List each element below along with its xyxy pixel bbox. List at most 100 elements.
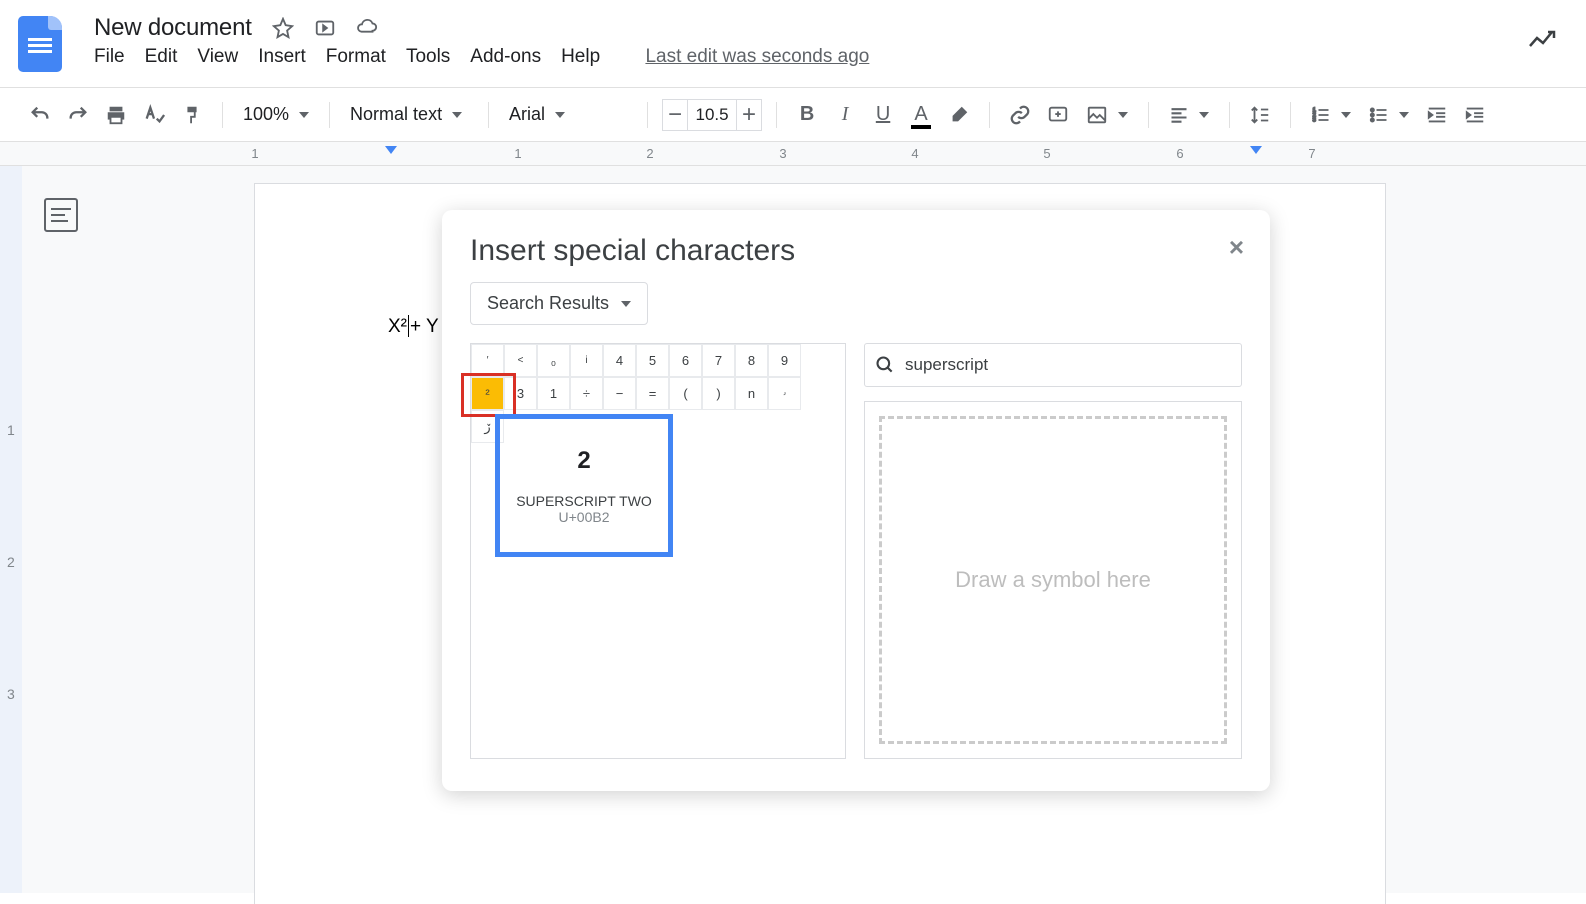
char-cell[interactable]: 4 xyxy=(603,344,636,377)
char-row: ′˂₀i456789 xyxy=(471,344,845,377)
outline-toggle-icon[interactable] xyxy=(44,198,78,232)
character-grid-panel: ′˂₀i456789 ²31÷−=()nۥ ڒ 2 SUPERSCRIPT TW… xyxy=(470,343,846,759)
last-edit-link[interactable]: Last edit was seconds ago xyxy=(645,46,869,68)
text-color-button[interactable]: A xyxy=(905,99,937,131)
special-characters-dialog: × Insert special characters Search Resul… xyxy=(442,210,1270,791)
draw-hint-text: Draw a symbol here xyxy=(955,567,1151,593)
link-button[interactable] xyxy=(1004,99,1036,131)
ruler-mark: 6 xyxy=(1176,146,1183,161)
document-text[interactable]: X²+ Y xyxy=(388,315,439,338)
highlight-button[interactable] xyxy=(943,99,975,131)
char-cell[interactable]: 8 xyxy=(735,344,768,377)
undo-button[interactable] xyxy=(24,99,56,131)
char-cell[interactable]: ÷ xyxy=(570,377,603,410)
tooltip-name: SUPERSCRIPT TWO xyxy=(516,493,652,509)
activity-icon[interactable] xyxy=(1528,30,1558,50)
left-indent-marker[interactable] xyxy=(385,146,397,154)
menu-insert[interactable]: Insert xyxy=(258,46,306,68)
docs-app-icon[interactable] xyxy=(18,16,62,72)
horizontal-ruler[interactable]: 11234567 xyxy=(0,142,1586,166)
char-cell[interactable]: ) xyxy=(702,377,735,410)
char-cell[interactable]: ² xyxy=(471,377,504,410)
spellcheck-button[interactable] xyxy=(138,99,170,131)
char-cell[interactable]: 3 xyxy=(504,377,537,410)
image-button[interactable] xyxy=(1080,104,1134,126)
ruler-mark: 4 xyxy=(911,146,918,161)
search-icon xyxy=(875,355,895,375)
move-icon[interactable] xyxy=(314,17,336,39)
close-icon[interactable]: × xyxy=(1229,232,1244,263)
separator xyxy=(1148,102,1149,128)
separator xyxy=(776,102,777,128)
font-size-value[interactable]: 10.5 xyxy=(688,99,736,131)
char-cell[interactable]: i xyxy=(570,344,603,377)
header: New document File Edit View Insert Forma… xyxy=(0,0,1586,88)
draw-symbol-box[interactable]: Draw a symbol here xyxy=(864,401,1242,759)
ruler-mark: 7 xyxy=(1308,146,1315,161)
ruler-mark: 3 xyxy=(779,146,786,161)
char-cell[interactable]: 6 xyxy=(669,344,702,377)
underline-button[interactable]: U xyxy=(867,99,899,131)
bold-button[interactable]: B xyxy=(791,99,823,131)
document-title[interactable]: New document xyxy=(94,14,252,42)
toolbar: 100% Normal text Arial − 10.5 + B I U A … xyxy=(0,88,1586,142)
vertical-ruler[interactable]: 1 2 3 xyxy=(7,306,15,702)
char-cell[interactable]: ڒ xyxy=(471,410,504,443)
numbered-list-button[interactable]: 123 xyxy=(1305,105,1357,125)
zoom-select[interactable]: 100% xyxy=(237,104,315,125)
menu-bar: File Edit View Insert Format Tools Add-o… xyxy=(94,46,1568,68)
menu-help[interactable]: Help xyxy=(561,46,600,68)
separator xyxy=(1229,102,1230,128)
separator xyxy=(1290,102,1291,128)
char-cell[interactable]: 1 xyxy=(537,377,570,410)
right-indent-marker[interactable] xyxy=(1250,146,1262,154)
char-cell[interactable]: ˂ xyxy=(504,344,537,377)
tooltip-code: U+00B2 xyxy=(559,509,610,525)
font-size-increase[interactable]: + xyxy=(736,99,762,131)
search-panel: Draw a symbol here xyxy=(864,343,1242,759)
char-row: ²31÷−=()nۥ xyxy=(471,377,845,410)
italic-button[interactable]: I xyxy=(829,99,861,131)
menu-edit[interactable]: Edit xyxy=(145,46,178,68)
search-box[interactable] xyxy=(864,343,1242,387)
ruler-mark: 1 xyxy=(514,146,521,161)
bulleted-list-button[interactable] xyxy=(1363,105,1415,125)
ruler-mark: 1 xyxy=(251,146,258,161)
menu-file[interactable]: File xyxy=(94,46,125,68)
char-cell[interactable]: ₀ xyxy=(537,344,570,377)
print-button[interactable] xyxy=(100,99,132,131)
separator xyxy=(647,102,648,128)
cloud-status-icon[interactable] xyxy=(356,17,378,39)
char-cell[interactable]: ( xyxy=(669,377,702,410)
align-button[interactable] xyxy=(1163,105,1215,125)
menu-format[interactable]: Format xyxy=(326,46,386,68)
ruler-mark: 5 xyxy=(1043,146,1050,161)
text-cursor xyxy=(408,315,409,337)
search-input[interactable] xyxy=(905,355,1231,375)
redo-button[interactable] xyxy=(62,99,94,131)
font-size-decrease[interactable]: − xyxy=(662,99,688,131)
char-cell[interactable]: − xyxy=(603,377,636,410)
char-cell[interactable]: n xyxy=(735,377,768,410)
char-cell[interactable]: 7 xyxy=(702,344,735,377)
tooltip-char: 2 xyxy=(577,447,590,475)
line-spacing-button[interactable] xyxy=(1244,99,1276,131)
char-cell[interactable]: = xyxy=(636,377,669,410)
separator xyxy=(989,102,990,128)
char-cell[interactable]: ′ xyxy=(471,344,504,377)
decrease-indent-button[interactable] xyxy=(1421,99,1453,131)
category-dropdown[interactable]: Search Results xyxy=(470,282,648,325)
menu-tools[interactable]: Tools xyxy=(406,46,450,68)
menu-addons[interactable]: Add-ons xyxy=(470,46,541,68)
star-icon[interactable] xyxy=(272,17,294,39)
char-cell[interactable]: 9 xyxy=(768,344,801,377)
increase-indent-button[interactable] xyxy=(1459,99,1491,131)
paint-format-button[interactable] xyxy=(176,99,208,131)
comment-button[interactable] xyxy=(1042,99,1074,131)
char-cell[interactable]: 5 xyxy=(636,344,669,377)
menu-view[interactable]: View xyxy=(197,46,238,68)
style-select[interactable]: Normal text xyxy=(344,104,474,125)
title-row: New document xyxy=(94,10,1568,42)
font-select[interactable]: Arial xyxy=(503,104,633,125)
char-cell[interactable]: ۥ xyxy=(768,377,801,410)
